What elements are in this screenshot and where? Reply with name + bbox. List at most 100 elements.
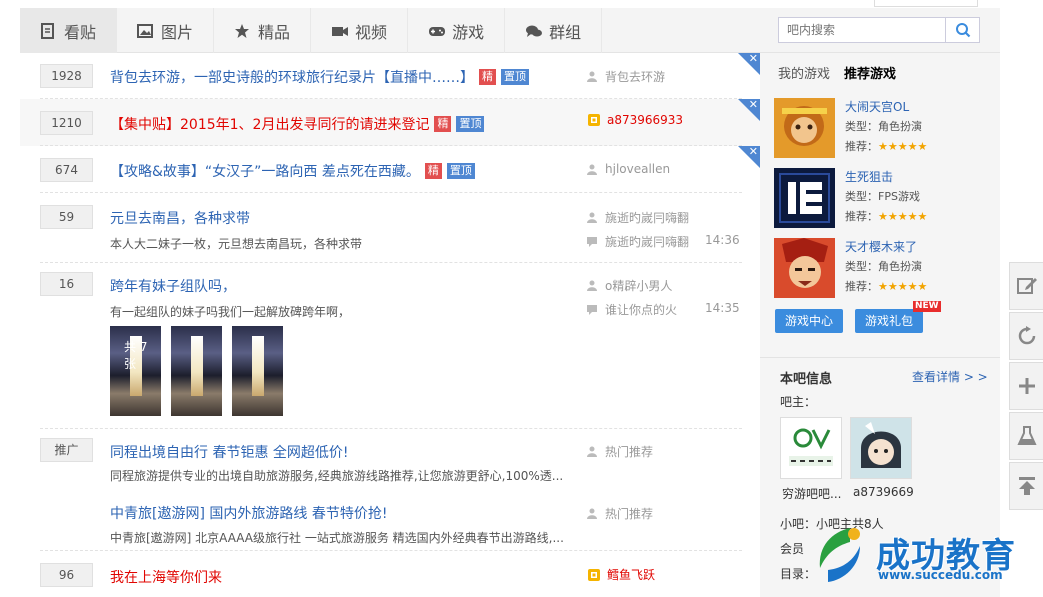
thread-author[interactable]: a873966933 [587, 113, 683, 127]
search-button[interactable] [946, 17, 980, 43]
thread-row[interactable]: 59 元旦去南昌，各种求带 本人大二妹子一枚，元旦想去南昌玩，各种求带 旐逝旳嵗… [20, 193, 760, 263]
document-icon [40, 22, 56, 39]
owner-name[interactable]: a8739669 [853, 485, 914, 499]
rating-label: 推荐： [845, 280, 878, 293]
last-reply-user[interactable]: 谁让你点的火 [587, 301, 677, 318]
thread-title[interactable]: 背包去环游，一部史诗般的环球旅行纪录片【直播中……】精置顶 [110, 67, 529, 87]
rating-stars: ★★★★★ [878, 140, 928, 153]
owner-avatar[interactable] [850, 417, 912, 479]
lab-button[interactable] [1009, 412, 1043, 460]
watermark: 成功教育 www.succedu.com [806, 520, 1036, 597]
promo-abstract: 同程旅游提供专业的出境自助旅游服务,经典旅游线路推荐,让您旅游更舒心,100%透… [110, 469, 564, 483]
last-reply-name[interactable]: 旐逝旳嵗冃嗨翻 [605, 233, 689, 250]
last-reply-name[interactable]: 谁让你点的火 [605, 301, 677, 318]
thread-images: 共 7 张 [110, 326, 283, 416]
thread-author[interactable]: o精辟小男人 [587, 277, 672, 294]
game-name[interactable]: 天才樱木来了 [845, 238, 917, 255]
author-name[interactable]: hjloveallen [605, 162, 670, 176]
thread-image[interactable] [232, 326, 283, 416]
author-name[interactable]: 旐逝旳嵗冃嗨翻 [605, 209, 689, 226]
promo-source: 热门推荐 [587, 505, 653, 522]
promo-title[interactable]: 同程出境自由行 春节钜惠 全网超低价! [110, 442, 349, 462]
reply-count: 674 [40, 158, 93, 182]
tab-label: 看贴 [64, 22, 97, 42]
tab-featured[interactable]: 精品 [214, 8, 312, 53]
vip-badge-icon [587, 568, 601, 582]
user-icon [587, 446, 597, 457]
game-thumbnail[interactable] [774, 238, 835, 298]
thread-author[interactable]: hjloveallen [587, 162, 670, 176]
forum-info-title: 本吧信息 [780, 372, 833, 387]
owner-avatar[interactable] [780, 417, 842, 479]
game-item[interactable]: 天才樱木来了 类型：角色扮演 推荐：★★★★★ [774, 238, 994, 298]
rating-label: 推荐： [845, 210, 878, 223]
thread-row[interactable]: 1210 【集中贴】2015年1、2月出发寻同行的请进来登记精置顶 a87396… [20, 99, 760, 146]
game-tabs: 我的游戏 推荐游戏 [778, 63, 896, 82]
featured-badge: 精 [479, 69, 496, 85]
game-center-button[interactable]: 游戏中心 [775, 309, 844, 333]
promo-source: 热门推荐 [587, 443, 653, 460]
game-item[interactable]: 大闹天宫OL 类型：角色扮演 推荐：★★★★★ [774, 98, 994, 158]
close-corner[interactable]: ✕ [738, 146, 760, 168]
tab-recommended-games[interactable]: 推荐游戏 [844, 63, 896, 82]
thread-title[interactable]: 【攻略&故事】“女汉子”一路向西 差点死在西藏。精置顶 [110, 161, 475, 181]
tab-posts[interactable]: 看贴 [20, 8, 118, 53]
thread-author[interactable]: 旐逝旳嵗冃嗨翻 [587, 209, 689, 226]
game-name[interactable]: 生死狙击 [845, 168, 893, 185]
game-name[interactable]: 大闹天宫OL [845, 98, 909, 115]
close-corner[interactable]: ✕ [738, 99, 760, 121]
reply-count: 1928 [40, 64, 93, 88]
promo-row[interactable]: 推广 同程出境自由行 春节钜惠 全网超低价! 同程旅游提供专业的出境自助旅游服务… [20, 429, 760, 489]
thread-title[interactable]: 【集中贴】2015年1、2月出发寻同行的请进来登记精置顶 [110, 114, 485, 134]
tab-games[interactable]: 游戏 [408, 8, 506, 53]
thread-title[interactable]: 跨年有妹子组队吗， [110, 276, 236, 296]
comment-icon [587, 304, 597, 315]
tab-images[interactable]: 图片 [117, 8, 215, 53]
author-name[interactable]: 背包去环游 [605, 68, 665, 85]
flask-icon [1016, 426, 1037, 445]
thread-title-text[interactable]: 【攻略&故事】“女汉子”一路向西 差点死在西藏。 [110, 164, 420, 180]
watermark-url: www.succedu.com [878, 568, 1003, 582]
author-name[interactable]: o精辟小男人 [605, 277, 672, 294]
refresh-button[interactable] [1009, 312, 1043, 360]
tab-groups[interactable]: 群组 [505, 8, 603, 53]
compose-button[interactable] [1009, 262, 1043, 310]
vip-badge-icon [587, 113, 601, 127]
game-thumbnail[interactable] [774, 168, 835, 228]
add-button[interactable] [1009, 362, 1043, 410]
member-label: 会员 [780, 542, 805, 556]
close-corner[interactable]: ✕ [738, 53, 760, 75]
forum-info-more-link[interactable]: 查看详情 > > [912, 368, 988, 385]
reply-count: 59 [40, 205, 93, 229]
thread-author[interactable]: 背包去环游 [587, 68, 665, 85]
search-input[interactable] [778, 17, 946, 43]
tab-my-games[interactable]: 我的游戏 [778, 63, 830, 82]
author-name[interactable]: 鳕鱼飞跃 [607, 566, 655, 583]
thread-title[interactable]: 元旦去南昌，各种求带 [110, 208, 250, 228]
promo-source-name: 热门推荐 [605, 445, 654, 459]
thread-author[interactable]: 鳕鱼飞跃 [587, 566, 655, 583]
thread-title[interactable]: 我在上海等你们来 [110, 567, 222, 587]
back-to-top-button[interactable] [1009, 462, 1043, 510]
thread-image[interactable]: 共 7 张 [110, 326, 161, 416]
thread-title-text[interactable]: 【集中贴】2015年1、2月出发寻同行的请进来登记 [110, 117, 429, 133]
thread-row[interactable]: 674 【攻略&故事】“女汉子”一路向西 差点死在西藏。精置顶 hjloveal… [20, 146, 760, 193]
game-item[interactable]: 生死狙击 类型：FPS游戏 推荐：★★★★★ [774, 168, 994, 228]
game-thumbnail[interactable] [774, 98, 835, 158]
owner-name[interactable]: 穷游吧吧... [782, 485, 841, 502]
game-gift-button[interactable]: 游戏礼包 [855, 309, 924, 333]
thread-title-text[interactable]: 背包去环游，一部史诗般的环球旅行纪录片【直播中……】 [110, 70, 474, 86]
author-name[interactable]: a873966933 [607, 113, 683, 127]
pinned-badge: 置顶 [456, 116, 485, 132]
user-icon [587, 164, 597, 175]
thread-row[interactable]: 96 我在上海等你们来 鳕鱼飞跃 [20, 551, 760, 597]
thread-row[interactable]: 1928 背包去环游，一部史诗般的环球旅行纪录片【直播中……】精置顶 背包去环游… [20, 53, 760, 99]
promo-row[interactable]: 中青旅[遨游网] 国内外旅游路线 春节特价抢! 中青旅[遨游网] 北京AAAA级… [20, 489, 760, 551]
last-reply-user[interactable]: 旐逝旳嵗冃嗨翻 [587, 233, 689, 250]
promo-title[interactable]: 中青旅[遨游网] 国内外旅游路线 春节特价抢! [110, 503, 387, 523]
image-count: 共 7 张 [124, 340, 148, 371]
thread-image[interactable] [171, 326, 222, 416]
reply-count: 1210 [40, 111, 93, 135]
arrow-up-icon [1018, 477, 1035, 495]
tab-video[interactable]: 视频 [311, 8, 409, 53]
